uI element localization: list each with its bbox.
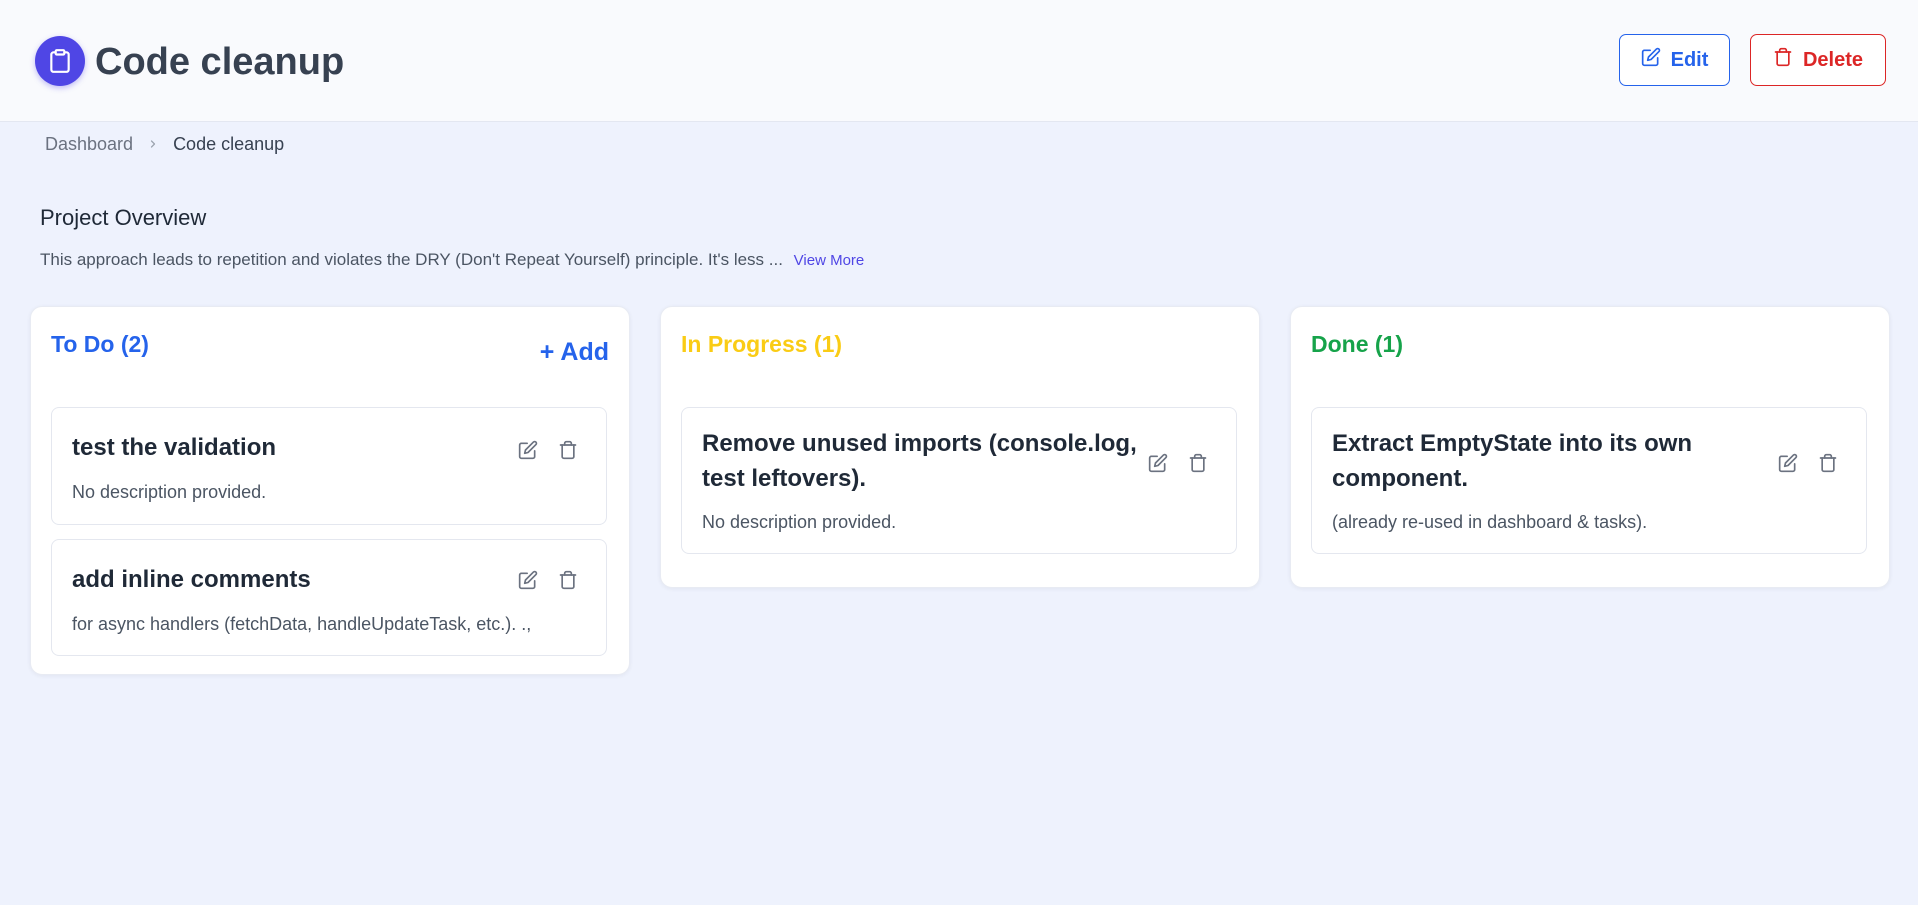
task-card[interactable]: Remove unused imports (console.log, test… — [681, 407, 1237, 554]
trash-icon — [1773, 47, 1793, 73]
delete-button-label: Delete — [1802, 48, 1864, 71]
page-title: Code cleanup — [95, 41, 345, 83]
task-title-line: test leftovers). — [702, 465, 867, 492]
breadcrumb-current: Code cleanup — [173, 133, 285, 154]
task-title: test the validation — [72, 434, 277, 461]
edit-icon[interactable] — [1146, 451, 1170, 475]
trash-icon[interactable] — [556, 438, 580, 462]
task-description: for async handlers (fetchData, handleUpd… — [72, 614, 532, 634]
task-card[interactable]: Extract EmptyState into its own componen… — [1311, 407, 1867, 554]
task-card[interactable]: test the validation No description provi… — [51, 407, 607, 525]
column-todo: To Do (2) + Add test the validation No d… — [30, 306, 630, 675]
column-title: Done (1) — [1311, 331, 1403, 357]
edit-icon — [1641, 47, 1661, 73]
task-description: No description provided. — [702, 512, 897, 532]
clipboard-icon — [35, 36, 85, 86]
column-title: To Do (2) — [51, 331, 149, 357]
overview-description-text: This approach leads to repetition and vi… — [40, 250, 783, 269]
task-title: add inline comments — [72, 566, 311, 593]
breadcrumb-dashboard-link[interactable]: Dashboard — [45, 134, 133, 155]
edit-button-label: Edit — [1670, 48, 1709, 71]
task-title-line: Extract EmptyState into its own — [1332, 430, 1693, 457]
chevron-right-icon — [147, 134, 159, 155]
edit-icon[interactable] — [516, 438, 540, 462]
column-in-progress: In Progress (1) Remove unused imports (c… — [660, 306, 1260, 588]
task-title: Extract EmptyState into its own componen… — [1332, 426, 1692, 496]
task-description: (already re-used in dashboard & tasks). — [1332, 512, 1648, 532]
task-card[interactable]: add inline comments for async handlers (… — [51, 539, 607, 656]
trash-icon[interactable] — [1186, 451, 1210, 475]
add-task-button[interactable]: + Add — [540, 338, 609, 367]
trash-icon[interactable] — [1816, 451, 1840, 475]
column-done: Done (1) Extract EmptyState into its own… — [1290, 306, 1890, 588]
task-title: Remove unused imports (console.log, test… — [702, 426, 1137, 496]
delete-button[interactable]: Delete — [1750, 34, 1886, 86]
overview-description: This approach leads to repetition and vi… — [40, 250, 864, 270]
view-more-link[interactable]: View More — [794, 252, 865, 269]
top-header: Code cleanup Edit Delete — [0, 0, 1918, 122]
column-title: In Progress (1) — [681, 331, 843, 357]
task-title-line: Remove unused imports (console.log, — [702, 430, 1137, 457]
task-title-line: component. — [1332, 465, 1468, 492]
trash-icon[interactable] — [556, 568, 580, 592]
edit-icon[interactable] — [516, 568, 540, 592]
overview-title: Project Overview — [40, 205, 207, 230]
task-description: No description provided. — [72, 482, 267, 502]
breadcrumb: Dashboard Code cleanup — [45, 132, 284, 156]
edit-icon[interactable] — [1776, 451, 1800, 475]
edit-button[interactable]: Edit — [1619, 34, 1730, 86]
